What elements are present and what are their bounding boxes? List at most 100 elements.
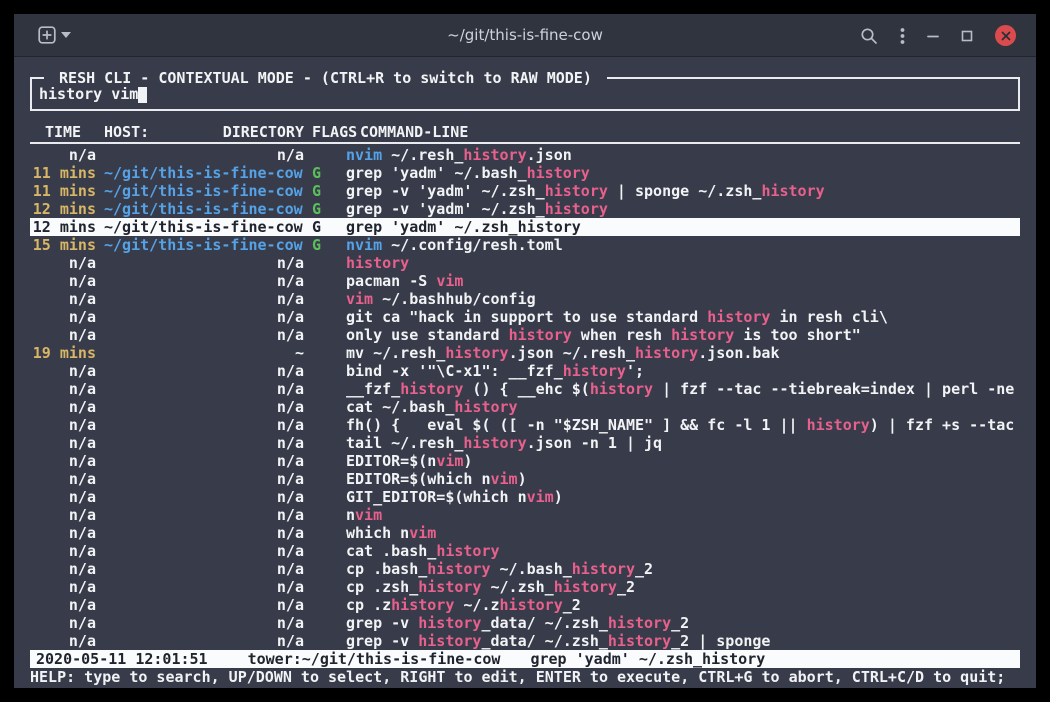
history-row[interactable]: n/an/acat ~/.bash_history: [30, 398, 1020, 416]
command-segment: history: [418, 632, 481, 650]
row-command: mv ~/.resh_history.json ~/.resh_history.…: [346, 344, 1020, 362]
row-directory: ~/git/this-is-fine-cow: [104, 236, 304, 254]
command-segment: grep 'yadm' ~/.zsh_history: [346, 218, 581, 236]
minimize-button[interactable]: [927, 30, 939, 42]
command-segment: EDITOR=$(which n: [346, 470, 491, 488]
row-directory: ~: [104, 344, 304, 362]
row-time: n/a: [30, 398, 96, 416]
col-header-time: TIME: [30, 123, 96, 141]
row-command: which nvim: [346, 524, 1020, 542]
command-segment: cat ~/.bash_: [346, 398, 454, 416]
row-time: n/a: [30, 362, 96, 380]
new-terminal-button[interactable]: [38, 26, 71, 44]
search-button[interactable]: [860, 27, 878, 45]
row-command: cat .bash_history: [346, 542, 1020, 560]
history-row[interactable]: n/an/agrep -v history_data/ ~/.zsh_histo…: [30, 632, 1020, 650]
command-segment: history: [563, 362, 626, 380]
history-row[interactable]: 11 mins~/git/this-is-fine-cowGgrep 'yadm…: [30, 164, 1020, 182]
command-segment: history: [436, 542, 499, 560]
row-directory: n/a: [104, 362, 304, 380]
row-flags: [312, 542, 346, 560]
row-directory: n/a: [104, 380, 304, 398]
row-command: vim ~/.bashhub/config: [346, 290, 1020, 308]
row-directory: n/a: [104, 488, 304, 506]
history-row[interactable]: 15 mins~/git/this-is-fine-cowGnvim ~/.co…: [30, 236, 1020, 254]
menu-button[interactable]: [900, 27, 905, 45]
row-command: cp .bash_history ~/.bash_history_2: [346, 560, 1020, 578]
history-row[interactable]: n/an/anvim: [30, 506, 1020, 524]
kebab-menu-icon: [900, 27, 905, 45]
row-directory: n/a: [104, 308, 304, 326]
history-row-selected[interactable]: 12 mins~/git/this-is-fine-cowGgrep 'yadm…: [30, 218, 1020, 236]
dropdown-caret-icon: [61, 32, 71, 38]
command-segment: history: [463, 146, 526, 164]
history-row[interactable]: n/an/anvim ~/.resh_history.json: [30, 146, 1020, 164]
history-row[interactable]: n/an/aonly use standard history when res…: [30, 326, 1020, 344]
command-segment: history: [346, 254, 409, 272]
row-time: n/a: [30, 326, 96, 344]
history-row[interactable]: n/an/a__fzf_history () { __ehc $(history…: [30, 380, 1020, 398]
history-row[interactable]: 11 mins~/git/this-is-fine-cowGgrep -v 'y…: [30, 182, 1020, 200]
history-row[interactable]: n/an/apacman -S vim: [30, 272, 1020, 290]
row-directory: n/a: [104, 434, 304, 452]
history-row[interactable]: n/an/acp .zhistory ~/.zhistory_2: [30, 596, 1020, 614]
history-row[interactable]: n/an/acp .zsh_history ~/.zsh_history_2: [30, 578, 1020, 596]
command-segment: .json -n 1 | jq: [527, 434, 662, 452]
row-directory: n/a: [104, 290, 304, 308]
history-row[interactable]: n/an/afh() { eval $( ([ -n "$ZSH_NAME" ]…: [30, 416, 1020, 434]
command-segment: history: [545, 200, 608, 218]
search-input[interactable]: history vim: [39, 85, 138, 103]
row-command: cp .zsh_history ~/.zsh_history_2: [346, 578, 1020, 596]
history-row[interactable]: n/an/aGIT_EDITOR=$(which nvim): [30, 488, 1020, 506]
row-flags: [312, 290, 346, 308]
row-directory: n/a: [104, 578, 304, 596]
history-row[interactable]: n/an/acp .bash_history ~/.bash_history_2: [30, 560, 1020, 578]
history-row[interactable]: n/an/acat .bash_history: [30, 542, 1020, 560]
row-command: grep -v 'yadm' ~/.zsh_history: [346, 200, 1020, 218]
row-command: EDITOR=$(nvim): [346, 452, 1020, 470]
row-flags: G: [312, 218, 346, 236]
command-segment: history: [608, 614, 671, 632]
row-directory: ~/git/this-is-fine-cow: [104, 218, 304, 236]
row-time: n/a: [30, 290, 96, 308]
restore-icon: [961, 30, 973, 42]
row-command: grep -v history_data/ ~/.zsh_history_2 |…: [346, 632, 1020, 650]
row-command: bind -x '"\C-x1": __fzf_history';: [346, 362, 1020, 380]
row-flags: G: [312, 164, 346, 182]
row-directory: n/a: [104, 614, 304, 632]
restore-button[interactable]: [961, 30, 973, 42]
row-command: tail ~/.resh_history.json -n 1 | jq: [346, 434, 1020, 452]
command-segment: nvim: [346, 236, 382, 254]
history-row[interactable]: n/an/aEDITOR=$(nvim): [30, 452, 1020, 470]
close-icon: [1001, 31, 1011, 41]
history-row[interactable]: n/an/agit ca "hack in support to use sta…: [30, 308, 1020, 326]
row-directory: n/a: [104, 326, 304, 344]
row-flags: G: [312, 236, 346, 254]
history-row[interactable]: 19 mins~mv ~/.resh_history.json ~/.resh_…: [30, 344, 1020, 362]
row-flags: [312, 578, 346, 596]
history-row[interactable]: n/an/ahistory: [30, 254, 1020, 272]
resh-search-box[interactable]: RESH CLI - CONTEXTUAL MODE - (CTRL+R to …: [30, 77, 1020, 111]
history-row[interactable]: n/an/agrep -v history_data/ ~/.zsh_histo…: [30, 614, 1020, 632]
titlebar[interactable]: ~/git/this-is-fine-cow: [14, 14, 1036, 57]
command-segment: .json ~/.resh_: [509, 344, 635, 362]
close-button[interactable]: [995, 25, 1016, 46]
command-segment: git ca "hack in support to use standard: [346, 308, 707, 326]
text-cursor: [138, 86, 147, 103]
col-header-host: HOST:: [104, 123, 149, 141]
terminal-window: ~/git/this-is-fine-cow: [14, 14, 1036, 688]
command-segment: n: [346, 506, 355, 524]
history-row[interactable]: 12 mins~/git/this-is-fine-cowGgrep -v 'y…: [30, 200, 1020, 218]
command-segment: history: [463, 434, 526, 452]
history-row[interactable]: n/an/aEDITOR=$(which nvim): [30, 470, 1020, 488]
command-segment: _2 | sponge: [671, 632, 770, 650]
command-segment: vim: [436, 452, 463, 470]
row-directory: n/a: [104, 524, 304, 542]
history-row[interactable]: n/a n/a bind -x '"\C-x1": __fzf_history';: [30, 362, 1020, 380]
history-row[interactable]: n/an/awhich nvim: [30, 524, 1020, 542]
col-header-command: COMMAND-LINE: [360, 123, 1020, 141]
command-segment: ~/.bashhub/config: [373, 290, 536, 308]
history-row[interactable]: n/an/atail ~/.resh_history.json -n 1 | j…: [30, 434, 1020, 452]
row-time: n/a: [30, 506, 96, 524]
history-row[interactable]: n/a n/a vim ~/.bashhub/config: [30, 290, 1020, 308]
